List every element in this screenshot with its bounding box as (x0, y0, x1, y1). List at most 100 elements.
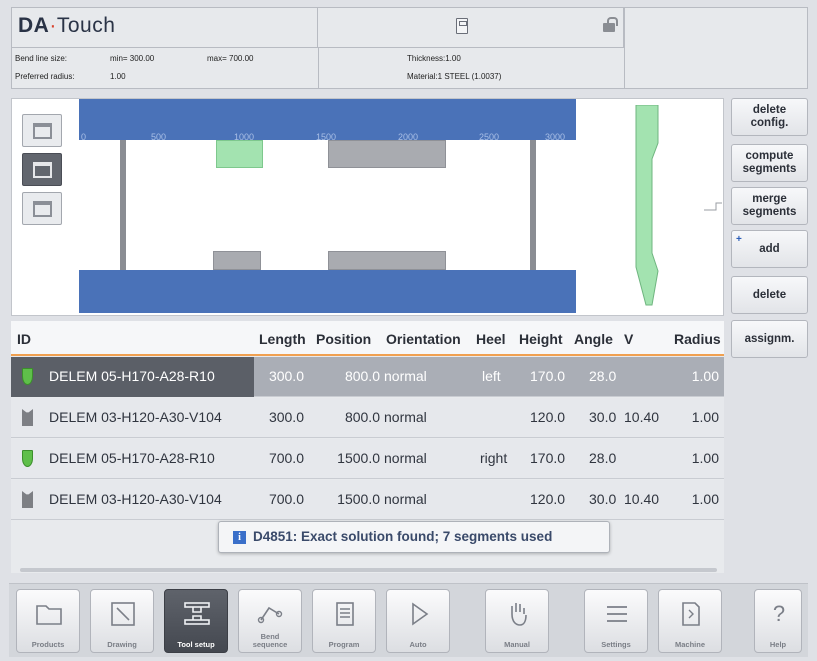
table-row[interactable]: DELEM 05-H170-A28-R10 700.0 1500.0 norma… (11, 439, 724, 479)
col-heel: Heel (476, 331, 506, 347)
merge-segments-button[interactable]: merge segments (731, 187, 808, 225)
plus-icon: + (736, 234, 742, 245)
material-value: Material:1 STEEL (1.0037) (407, 72, 502, 81)
nav-settings[interactable]: Settings (584, 589, 648, 653)
die-segment[interactable] (213, 251, 261, 270)
press-view-button[interactable] (22, 153, 62, 186)
col-height: Height (519, 331, 563, 347)
nav-bend-sequence[interactable]: Bend sequence (238, 589, 302, 653)
row-orientation: normal (384, 491, 427, 507)
row-height: 170.0 (530, 368, 566, 384)
brand-logo: DA·Touch (18, 14, 116, 37)
row-length: 700.0 (268, 491, 304, 507)
compute-segments-button[interactable]: compute segments (731, 144, 808, 182)
col-orientation: Orientation (386, 331, 461, 347)
row-length: 300.0 (268, 409, 304, 425)
bend-line-max: max= 700.00 (207, 54, 254, 63)
ruler-tick: 500 (151, 132, 167, 142)
row-id: DELEM 05-H170-A28-R10 (49, 450, 215, 466)
row-position: 1500.0 (337, 491, 380, 507)
row-position: 800.0 (344, 409, 380, 425)
row-orientation: normal (384, 450, 427, 466)
ruler-tick: 0 (81, 132, 87, 142)
assignment-button[interactable]: assignm. (731, 320, 808, 358)
calculator-icon[interactable] (456, 18, 468, 34)
row-height: 120.0 (530, 409, 566, 425)
delete-button[interactable]: delete (731, 276, 808, 314)
preferred-radius-label: Preferred radius: (15, 72, 75, 81)
table-row[interactable]: DELEM 03-H120-A30-V104 300.0 800.0 norma… (11, 398, 724, 438)
machine-icon (682, 602, 700, 626)
nav-manual[interactable]: Manual (485, 589, 549, 653)
row-id: DELEM 05-H170-A28-R10 (49, 368, 215, 384)
punch-segment-selected[interactable] (216, 140, 263, 168)
nav-program[interactable]: Program (312, 589, 376, 653)
row-angle: 28.0 (589, 450, 617, 466)
ruler-tick: 2500 (479, 132, 500, 142)
play-icon (412, 602, 429, 626)
row-id: DELEM 03-H120-A30-V104 (49, 491, 222, 507)
row-orientation: normal (384, 368, 427, 384)
nav-tool-setup[interactable]: Tool setup (164, 589, 228, 653)
right-pillar (530, 140, 536, 270)
col-v: V (624, 331, 634, 347)
help-icon: ? (772, 601, 786, 626)
row-radius: 1.00 (691, 450, 719, 466)
press-view-icon (33, 162, 52, 178)
table-row[interactable]: DELEM 05-H170-A28-R10 300.0 800.0 normal… (11, 357, 724, 397)
delete-config-button[interactable]: delete config. (731, 98, 808, 136)
tool-setup-graphic[interactable]: 0 500 1000 1500 2000 2500 3000 (11, 98, 724, 316)
row-orientation: normal (384, 409, 427, 425)
bend-sequence-icon (257, 606, 283, 624)
left-pillar (120, 140, 126, 270)
row-height: 120.0 (530, 491, 566, 507)
row-heel: left (482, 368, 501, 384)
program-icon (336, 602, 354, 626)
bend-line-min: min= 300.00 (110, 54, 155, 63)
front-view-button[interactable] (22, 114, 62, 147)
horizontal-scrollbar[interactable] (20, 568, 717, 572)
row-length: 300.0 (268, 368, 304, 384)
row-length: 700.0 (268, 450, 304, 466)
col-id: ID (17, 331, 31, 347)
drawing-icon (111, 602, 135, 626)
front-view-icon (33, 123, 52, 139)
table-row[interactable]: DELEM 03-H120-A30-V104 700.0 1500.0 norm… (11, 480, 724, 520)
side-view-button[interactable] (22, 192, 62, 225)
col-angle: Angle (574, 331, 613, 347)
add-button[interactable]: + add (731, 230, 808, 268)
folder-icon (36, 605, 62, 625)
hand-icon (511, 603, 527, 626)
row-id: DELEM 03-H120-A30-V104 (49, 409, 222, 425)
die-segment[interactable] (328, 251, 446, 270)
bottom-nav-bar: Products Drawing Tool setup Bend sequenc… (9, 583, 808, 657)
row-radius: 1.00 (691, 491, 719, 507)
table-header: ID Length Position Orientation Heel Heig… (11, 321, 724, 356)
lower-beam (79, 270, 576, 313)
punch-profile-icon (635, 105, 722, 306)
nav-auto[interactable]: Auto (386, 589, 450, 653)
add-button-label: add (759, 242, 780, 255)
tool-setup-icon (184, 602, 210, 625)
nav-drawing[interactable]: Drawing (90, 589, 154, 653)
info-icon: i (233, 531, 246, 544)
row-position: 1500.0 (337, 450, 380, 466)
ruler-tick: 3000 (545, 132, 566, 142)
settings-list-icon (607, 606, 627, 622)
punch-icon (22, 368, 33, 385)
preferred-radius-value: 1.00 (110, 72, 126, 81)
row-angle: 30.0 (589, 409, 617, 425)
nav-products[interactable]: Products (16, 589, 80, 653)
punch-segment[interactable] (328, 140, 446, 168)
row-radius: 1.00 (691, 409, 719, 425)
tools-cell (318, 8, 624, 47)
nav-help[interactable]: ? Help (754, 589, 802, 653)
col-length: Length (259, 331, 306, 347)
die-icon (22, 491, 33, 508)
status-message: i D4851: Exact solution found; 7 segment… (218, 521, 610, 553)
row-height: 170.0 (530, 450, 566, 466)
nav-machine[interactable]: Machine (658, 589, 722, 653)
status-header: DA·Touch Bend line size: min= 300.00 max… (11, 7, 808, 89)
unlock-icon[interactable] (603, 17, 618, 32)
bend-line-size-label: Bend line size: (15, 54, 68, 63)
